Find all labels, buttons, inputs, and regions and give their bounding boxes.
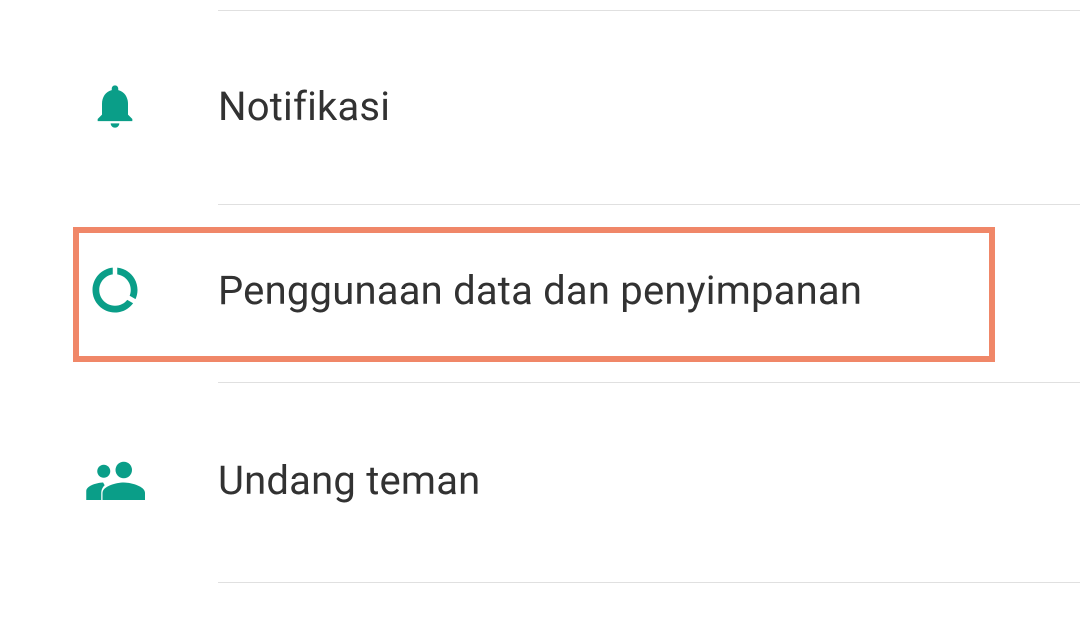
menu-item-data-usage[interactable]: Penggunaan data dan penyimpanan [0, 205, 1080, 375]
bell-icon [80, 77, 150, 135]
data-usage-icon [80, 263, 150, 317]
divider [218, 382, 1080, 383]
divider [218, 582, 1080, 583]
menu-item-notifications[interactable]: Notifikasi [0, 16, 1080, 196]
people-icon [80, 457, 150, 503]
divider [218, 10, 1080, 11]
menu-label-invite: Undang teman [218, 457, 480, 504]
menu-label-notifications: Notifikasi [218, 83, 390, 130]
menu-label-data-usage: Penggunaan data dan penyimpanan [218, 267, 862, 314]
menu-item-invite[interactable]: Undang teman [0, 390, 1080, 570]
